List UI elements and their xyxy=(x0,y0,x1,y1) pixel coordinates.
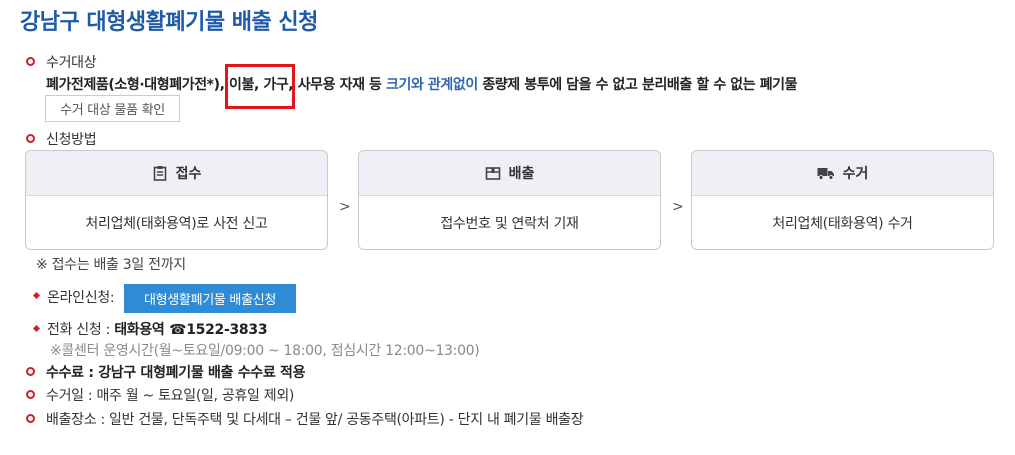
section-bullet xyxy=(26,367,35,376)
phone-value: 태화용역 ☎1522-3833 xyxy=(114,322,268,338)
method-heading: 신청방법 xyxy=(46,132,97,148)
phone-line: 전화 신청 : 태화용역 ☎1522-3833 xyxy=(47,319,268,339)
step-description: 처리업체(태화용역)로 사전 신고 xyxy=(85,216,268,232)
section-bullet xyxy=(26,57,35,66)
step-card-receipt: 접수 처리업체(태화용역)로 사전 신고 xyxy=(25,150,328,250)
step-arrow: > xyxy=(339,199,351,215)
step-card-header: 수거 xyxy=(692,151,993,196)
target-text-part1: 폐가전제품(소형·대형폐가전*), 이불, 가구, 사무용 자재 등 xyxy=(46,77,386,93)
truck-icon xyxy=(817,168,834,180)
section-bullet xyxy=(26,414,35,423)
target-text-part2: 종량제 봉투에 담을 수 없고 분리배출 할 수 없는 폐기물 xyxy=(477,77,798,93)
step-card-header: 배출 xyxy=(359,151,660,196)
step-title: 수거 xyxy=(842,166,869,182)
clipboard-icon xyxy=(153,166,166,181)
target-text-highlight: 크기와 관계없이 xyxy=(386,77,478,93)
target-heading: 수거대상 xyxy=(46,55,97,71)
target-description: 폐가전제품(소형·대형폐가전*), 이불, 가구, 사무용 자재 등 크기와 관… xyxy=(46,74,798,94)
step-description: 처리업체(태화용역) 수거 xyxy=(772,216,913,232)
fee-label: 수수료 : xyxy=(46,365,99,381)
step-card-disposal: 배출 접수번호 및 연락처 기재 xyxy=(358,150,661,250)
step-description: 접수번호 및 연락처 기재 xyxy=(440,216,579,232)
box-icon xyxy=(485,167,500,180)
step-title: 배출 xyxy=(508,166,535,182)
sub-bullet xyxy=(32,291,41,300)
step-title: 접수 xyxy=(175,166,202,182)
step-arrow: > xyxy=(672,199,684,215)
page-title: 강남구 대형생활폐기물 배출 신청 xyxy=(20,10,318,35)
step-card-collection: 수거 처리업체(태화용역) 수거 xyxy=(691,150,994,250)
section-bullet xyxy=(26,390,35,399)
receipt-note: ※ 접수는 배출 3일 전까지 xyxy=(36,257,186,273)
sub-bullet xyxy=(32,324,41,333)
call-center-hours: ※콜센터 운영시간(월~토요일/09:00 ~ 18:00, 점심시간 12:0… xyxy=(50,343,480,359)
disposal-location: 배출장소 : 일반 건물, 단독주택 및 다세대 – 건물 앞/ 공동주택(아파… xyxy=(46,412,584,428)
step-card-header: 접수 xyxy=(26,151,327,196)
collection-day: 수거일 : 매주 월 ~ 토요일(일, 공휴일 제외) xyxy=(46,388,295,404)
check-items-button[interactable]: 수거 대상 물품 확인 xyxy=(45,95,180,122)
section-bullet xyxy=(26,134,35,143)
fee-value: 강남구 대형폐기물 배출 수수료 적용 xyxy=(98,365,306,381)
online-apply-button[interactable]: 대형생활폐기물 배출신청 xyxy=(124,284,296,313)
annotation-highlight-box xyxy=(225,64,295,109)
fee-line: 수수료 : 강남구 대형폐기물 배출 수수료 적용 xyxy=(46,362,305,382)
online-label: 온라인신청: xyxy=(47,290,115,306)
phone-label: 전화 신청 : xyxy=(47,322,115,338)
